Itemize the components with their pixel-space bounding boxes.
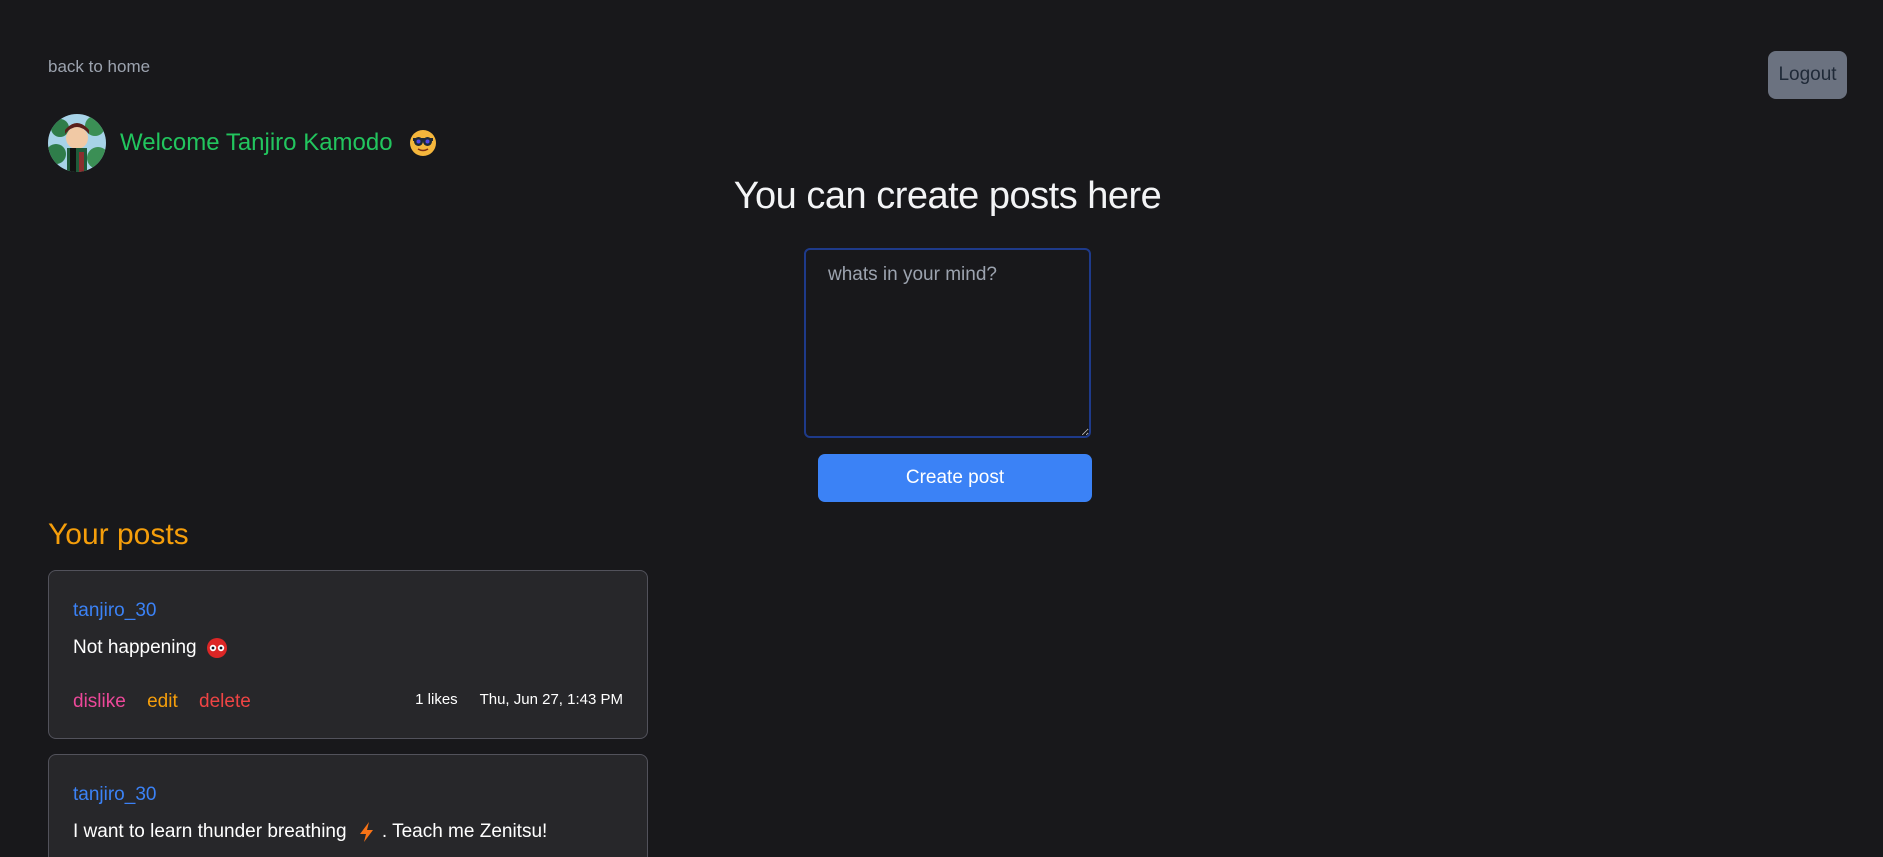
logout-button[interactable]: Logout [1768, 51, 1847, 99]
post-card: tanjiro_30 I want to learn thunder breat… [48, 754, 648, 857]
back-to-home-link[interactable]: back to home [48, 57, 150, 77]
avatar [48, 114, 106, 172]
create-post-button[interactable]: Create post [818, 454, 1092, 502]
welcome-text: Welcome Tanjiro Kamodo [120, 129, 437, 158]
post-content: Not happening [73, 637, 232, 659]
welcome-banner: Welcome Tanjiro Kamodo [48, 113, 437, 173]
post-meta: 1 likes Thu, Jun 27, 1:43 PM [415, 691, 623, 708]
post-input[interactable] [804, 248, 1091, 438]
page-title: You can create posts here [733, 175, 1162, 217]
post-username[interactable]: tanjiro_30 [73, 600, 156, 622]
likes-count: 1 likes [415, 691, 458, 708]
delete-button[interactable]: delete [199, 691, 251, 712]
lightning-icon [359, 822, 373, 842]
post-card: tanjiro_30 Not happening dislike edit de… [48, 570, 648, 739]
no-entry-face-icon [206, 638, 227, 658]
edit-button[interactable]: edit [147, 691, 178, 712]
dislike-button[interactable]: dislike [73, 691, 126, 712]
post-timestamp: Thu, Jun 27, 1:43 PM [479, 691, 623, 708]
post-username[interactable]: tanjiro_30 [73, 784, 156, 806]
posts-heading: Your posts [48, 518, 189, 551]
post-content: I want to learn thunder breathing . Teac… [73, 821, 548, 843]
post-actions: dislike edit delete [73, 691, 267, 713]
page: back to home Logout Welcome Tanjiro Kamo… [0, 0, 1883, 857]
sunglasses-face-icon [410, 130, 437, 157]
